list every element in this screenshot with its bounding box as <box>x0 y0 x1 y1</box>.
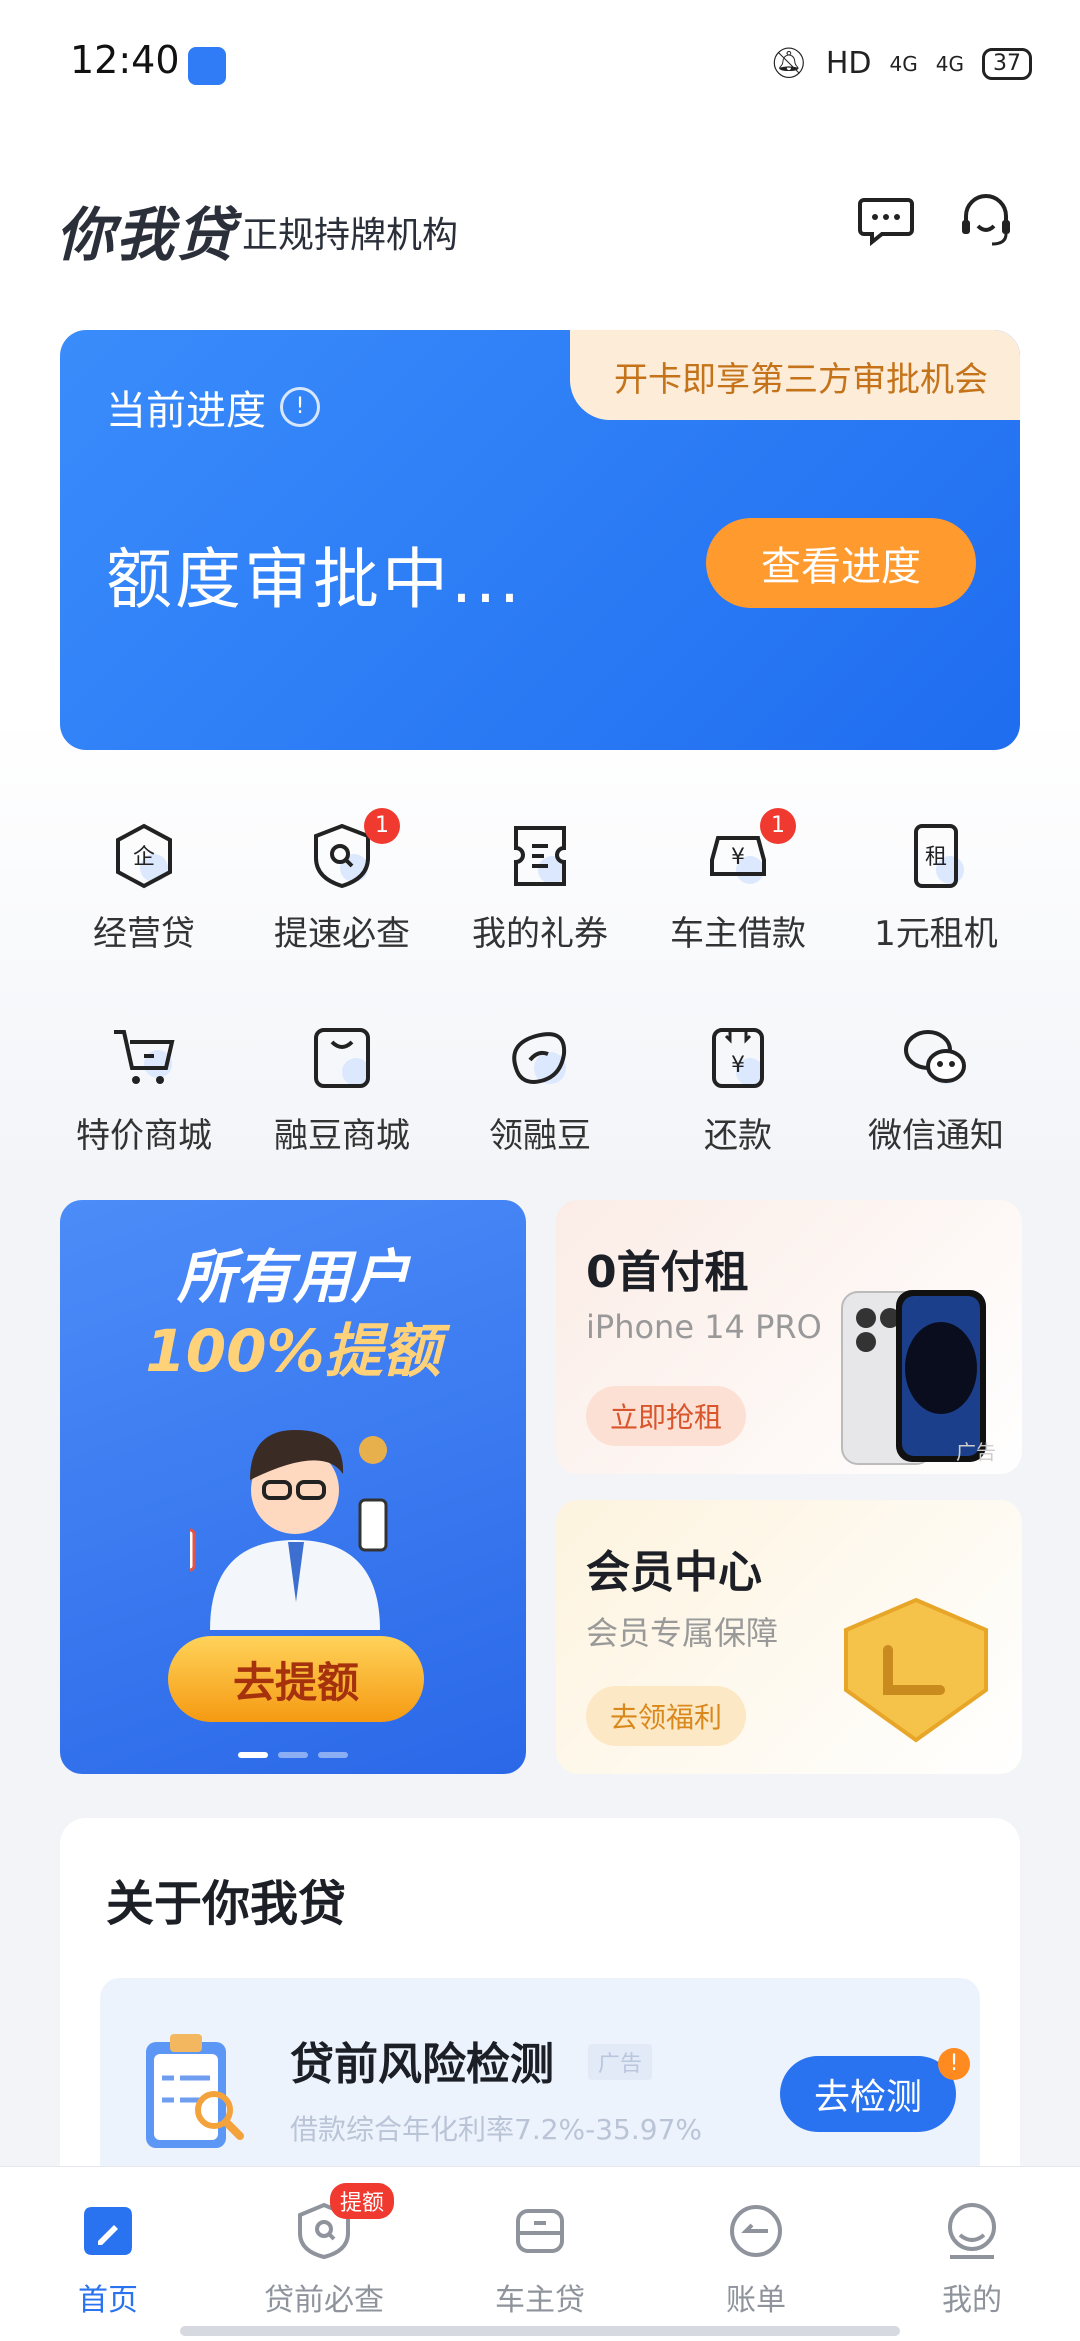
grid-label: 融豆商城 <box>274 1116 410 1156</box>
grid-label: 提速必查 <box>274 914 410 954</box>
grid-item-repay[interactable]: ¥ 还款 <box>638 1024 838 1157</box>
status-time: 12:40 <box>70 38 180 82</box>
grid-item-bean-mall[interactable]: 融豆商城 <box>242 1024 442 1157</box>
app-logo: 你我贷 <box>56 201 237 269</box>
grid-label: 微信通知 <box>868 1116 1004 1156</box>
nav-label: 首页 <box>78 2283 138 2318</box>
grid-item-car-loan[interactable]: ¥ 1 车主借款 <box>638 808 838 955</box>
character-illustration <box>190 1430 388 1630</box>
banner-line1: 所有用户 <box>176 1243 409 1311</box>
cart-icon <box>114 1030 175 1084</box>
banner-line2: 100%提额 <box>145 1317 441 1385</box>
member-card[interactable]: 会员中心 会员专属保障 去领福利 <box>556 1500 1022 1774</box>
rent-card[interactable]: 0首付租 iPhone 14 PRO 立即抢租 广告 <box>556 1200 1022 1474</box>
limit-increase-banner[interactable]: 所有用户 100%提额 去提额 <box>60 1200 526 1774</box>
grid-label: 经营贷 <box>93 914 195 954</box>
grid-item-collect-beans[interactable]: 领融豆 <box>440 1024 640 1157</box>
grid-label: 领融豆 <box>489 1116 591 1156</box>
risk-check-title: 贷前风险检测 <box>290 2039 554 2090</box>
status-bar: 12:40 🔕︎ HD 4G 4G 37 <box>0 0 1080 130</box>
rent-now-button[interactable]: 立即抢租 <box>586 1386 747 1446</box>
carousel-dot-active[interactable] <box>238 1752 268 1758</box>
interest-rate-text: 借款综合年化利率7.2%-35.97% <box>290 2113 703 2146</box>
enterprise-shield-icon: 企 <box>116 823 172 889</box>
member-badge-icon <box>844 1597 988 1743</box>
nav-item-car-loan[interactable]: 车主贷 <box>432 2201 648 2319</box>
nav-badge: 提额 <box>330 2183 395 2219</box>
mute-icon: 🔕︎ <box>769 46 808 81</box>
nav-item-bill[interactable]: 账单 <box>648 2201 864 2319</box>
grid-label: 还款 <box>704 1116 772 1156</box>
nav-label: 账单 <box>726 2283 786 2318</box>
ad-label: 广告 <box>956 1440 996 1464</box>
member-card-title: 会员中心 <box>586 1547 762 1598</box>
nav-label: 我的 <box>942 2283 1002 2318</box>
grid-badge: 1 <box>364 808 400 844</box>
grid-label: 1元租机 <box>874 914 998 954</box>
nav-label: 贷前必查 <box>264 2283 384 2318</box>
signal-icon-2: 4G <box>935 51 964 76</box>
customer-service-icon[interactable] <box>956 190 1016 250</box>
rent-glyph: 租 <box>925 845 947 870</box>
signal-icon-1: 4G <box>889 51 918 76</box>
coupon-icon <box>514 826 566 886</box>
grid-item-discount-mall[interactable]: 特价商城 <box>44 1024 244 1157</box>
carousel-dot[interactable] <box>318 1752 348 1758</box>
home-icon <box>84 2207 132 2255</box>
raise-limit-button[interactable]: 去提额 <box>168 1636 424 1722</box>
progress-label: 当前进度 <box>106 388 266 434</box>
hd-indicator: HD <box>825 46 872 81</box>
ad-label: 广告 <box>588 2044 653 2080</box>
car-icon <box>516 2209 564 2253</box>
repay-yen-glyph: ¥ <box>731 1053 745 1078</box>
wechat-icon <box>904 1030 966 1084</box>
bag-icon <box>314 1028 370 1088</box>
bean-icon <box>512 1032 567 1085</box>
grid-item-rent-phone[interactable]: 租 1元租机 <box>836 822 1036 955</box>
approval-status: 额度审批中... <box>106 541 523 618</box>
nav-item-profile[interactable]: 我的 <box>864 2201 1080 2319</box>
rent-card-subtitle: iPhone 14 PRO <box>586 1308 822 1346</box>
get-benefits-button[interactable]: 去领福利 <box>586 1686 747 1746</box>
info-icon[interactable]: ! <box>280 387 320 427</box>
grid-badge: 1 <box>760 808 796 844</box>
enterprise-glyph: 企 <box>133 845 155 870</box>
grid-item-coupons[interactable]: 我的礼券 <box>440 822 640 955</box>
status-indicators: 🔕︎ HD 4G 4G 37 <box>770 46 1032 81</box>
profile-icon <box>948 2203 996 2259</box>
grid-label: 我的礼券 <box>472 914 608 954</box>
bottom-nav: 首页 提额 贷前必查 车主贷 账单 我的 <box>0 2166 1080 2341</box>
progress-label-row: 当前进度 ! <box>106 378 320 436</box>
rent-card-title: 0首付租 <box>586 1247 749 1298</box>
carousel-dot[interactable] <box>278 1752 308 1758</box>
member-card-subtitle: 会员专属保障 <box>586 1614 779 1652</box>
android-icon <box>188 47 226 85</box>
nav-label: 车主贷 <box>495 2283 585 2318</box>
message-icon[interactable] <box>856 190 916 250</box>
alert-badge: ! <box>938 2048 970 2080</box>
view-progress-button[interactable]: 查看进度 <box>706 518 976 608</box>
grid-item-business-loan[interactable]: 企 经营贷 <box>44 822 244 955</box>
grid-label: 特价商城 <box>76 1116 212 1156</box>
repay-icon: ¥ <box>712 1028 764 1088</box>
start-check-button[interactable]: 去检测 <box>780 2056 956 2132</box>
battery-icon: 37 <box>982 47 1032 80</box>
nav-item-pre-check[interactable]: 提额 贷前必查 <box>216 2183 432 2319</box>
yen-glyph: ¥ <box>731 845 745 870</box>
promo-text: 开卡即享第三方审批机会 <box>614 360 988 400</box>
rent-phone-icon: 租 <box>914 824 964 888</box>
about-title: 关于你我贷 <box>106 1876 347 1932</box>
home-indicator[interactable] <box>180 2326 900 2336</box>
nav-item-home[interactable]: 首页 <box>0 2201 216 2319</box>
grid-item-wechat-notify[interactable]: 微信通知 <box>836 1024 1036 1157</box>
bill-icon <box>730 2205 782 2257</box>
grid-item-speed-check[interactable]: 1 提速必查 <box>242 808 442 955</box>
header-subtitle: 正规持牌机构 <box>242 215 459 256</box>
promo-tab: 开卡即享第三方审批机会 <box>570 330 1020 420</box>
progress-card: 开卡即享第三方审批机会 当前进度 ! 额度审批中... 查看进度 <box>60 330 1020 750</box>
grid-label: 车主借款 <box>670 914 806 954</box>
clipboard-icon <box>146 2034 244 2148</box>
